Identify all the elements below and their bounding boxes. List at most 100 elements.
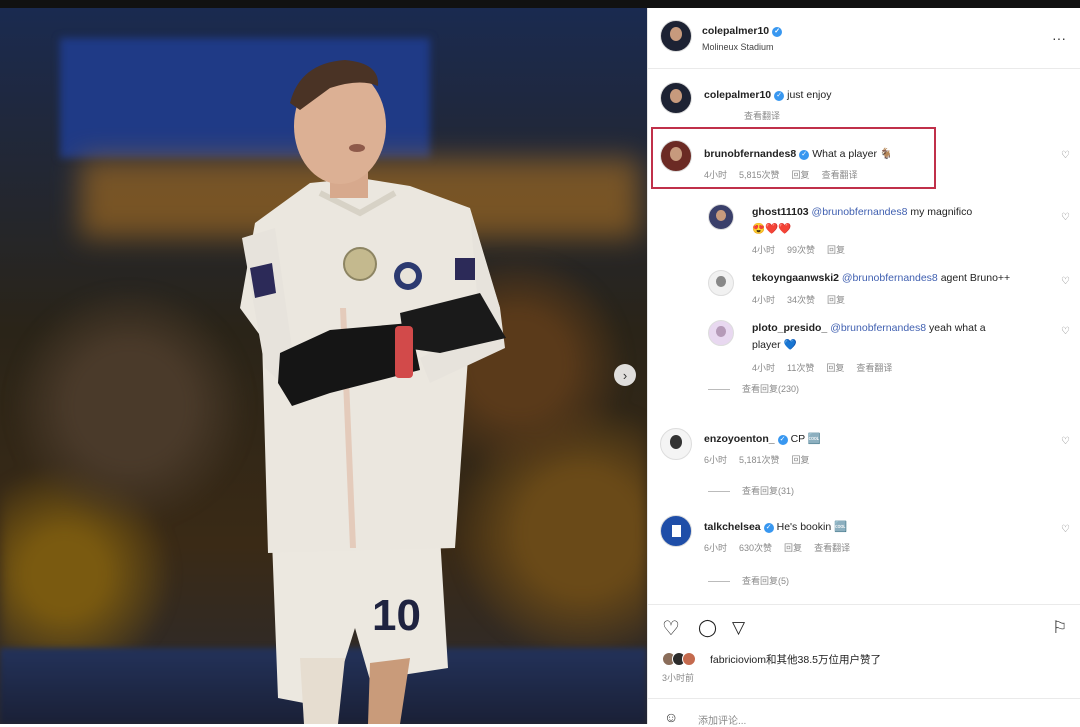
reply-username[interactable]: ploto_presido_ [752, 322, 827, 334]
share-icon[interactable]: ▽ [732, 618, 745, 638]
mention-link[interactable]: @brunobfernandes8 [812, 206, 908, 218]
reply-line-2: player 💙 [752, 338, 797, 351]
comment-meta: 4小时 5,815次赞 回复 查看翻译 [704, 168, 870, 181]
reply-button[interactable]: 回复 [827, 295, 845, 305]
reply-username[interactable]: ghost11103 [752, 206, 809, 218]
comment-line: enzoyoenton_ ✓ CP 🆒 [704, 432, 821, 445]
reply-button[interactable]: 回复 [792, 170, 810, 180]
view-replies-button[interactable]: 查看回复(5) [708, 574, 801, 587]
comment-line: brunobfernandes8 ✓ What a player 🐐 [704, 147, 893, 160]
likers-avatars[interactable] [662, 652, 696, 671]
divider-line [708, 581, 730, 583]
view-replies-button[interactable]: 查看回复(31) [708, 484, 806, 497]
more-options-icon[interactable]: ··· [1052, 30, 1066, 46]
comment-text: He's bookin [776, 521, 835, 533]
username-text: colepalmer10 [702, 25, 770, 37]
reply-username[interactable]: tekoyngaanwski2 [752, 272, 839, 284]
view-replies-label: 查看回复(230) [742, 384, 800, 394]
cool-emoji: 🆒 [834, 521, 848, 533]
reply-emoji: 😍❤️❤️ [752, 223, 792, 235]
reply-meta: 4小时 99次赞 回复 [752, 243, 857, 256]
like-comment-icon[interactable]: ♡ [1061, 326, 1070, 337]
shirt-number: 10 [372, 591, 421, 640]
like-comment-icon[interactable]: ♡ [1061, 150, 1070, 161]
top-strip [0, 0, 1080, 8]
author-avatar[interactable] [660, 20, 692, 52]
comment-likes[interactable]: 5,815次赞 [739, 170, 780, 180]
player-figure: 10 [240, 60, 506, 724]
reply-meta: 4小时 34次赞 回复 [752, 293, 857, 306]
add-comment-input[interactable]: 添加评论... [698, 712, 746, 727]
caption-translate[interactable]: 查看翻译 [744, 109, 780, 122]
divider-line [708, 491, 730, 493]
verified-icon: ✓ [772, 27, 783, 37]
reply-likes[interactable]: 11次赞 [787, 363, 814, 373]
reply-line: ghost11103 @brunobfernandes8 my magnific… [752, 206, 972, 218]
like-comment-icon[interactable]: ♡ [1061, 436, 1070, 447]
verified-icon: ✓ [763, 523, 774, 533]
post-age: 3小时前 [662, 673, 695, 683]
comment-likes[interactable]: 630次赞 [739, 543, 772, 553]
comment-avatar[interactable] [660, 515, 692, 547]
cool-emoji: 🆒 [807, 433, 821, 445]
reply-time: 4小时 [752, 245, 776, 255]
reply-button[interactable]: 回复 [827, 245, 845, 255]
chevron-right-icon: › [622, 367, 628, 383]
like-comment-icon[interactable]: ♡ [1061, 212, 1070, 223]
footer-divider [648, 698, 1080, 699]
like-comment-icon[interactable]: ♡ [1061, 276, 1070, 287]
mention-link[interactable]: @brunobfernandes8 [842, 272, 938, 284]
comment-time: 6小时 [704, 543, 728, 553]
goat-emoji: 🐐 [879, 148, 893, 160]
caption-avatar[interactable] [660, 82, 692, 114]
reply-button[interactable]: 回复 [784, 543, 802, 553]
reply-avatar[interactable] [708, 204, 734, 230]
translate-button[interactable]: 查看翻译 [856, 363, 892, 373]
comment-likes[interactable]: 5,181次赞 [739, 455, 780, 465]
author-username[interactable]: colepalmer10 ✓ [702, 25, 785, 37]
caption-username[interactable]: colepalmer10 [704, 89, 771, 101]
comment-time: 4小时 [704, 170, 728, 180]
view-replies-label: 查看回复(5) [742, 576, 789, 586]
view-replies-label: 查看回复(31) [742, 486, 795, 496]
comment-text: CP [790, 433, 808, 445]
like-comment-icon[interactable]: ♡ [1061, 524, 1070, 535]
view-replies-button[interactable]: 查看回复(230) [708, 382, 811, 395]
comment-icon[interactable]: ◯ [698, 618, 717, 638]
comment-username[interactable]: talkchelsea [704, 521, 761, 533]
reply-text: player [752, 339, 784, 351]
caption-line: colepalmer10 ✓ just enjoy [704, 89, 831, 101]
likes-count[interactable]: fabricioviom和其他38.5万位用户赞了 [710, 652, 881, 667]
comment-avatar[interactable] [660, 428, 692, 460]
post-photo[interactable]: 10 › [0, 8, 647, 724]
comment-username[interactable]: enzoyoenton_ [704, 433, 775, 445]
reply-time: 4小时 [752, 295, 776, 305]
actions-divider [648, 604, 1080, 605]
next-photo-button[interactable]: › [614, 364, 636, 386]
verified-icon: ✓ [777, 435, 788, 445]
comment-username[interactable]: brunobfernandes8 [704, 148, 796, 160]
divider-line [708, 389, 730, 391]
reply-button[interactable]: 回复 [792, 455, 810, 465]
reply-likes[interactable]: 34次赞 [787, 295, 815, 305]
reply-likes[interactable]: 99次赞 [787, 245, 815, 255]
verified-icon: ✓ [774, 91, 785, 101]
reply-button[interactable]: 回复 [826, 363, 844, 373]
header-divider [648, 68, 1080, 69]
reply-avatar[interactable] [708, 320, 734, 346]
post-location[interactable]: Molineux Stadium [702, 42, 774, 52]
emoji-icon[interactable]: ☺ [664, 709, 678, 725]
save-icon[interactable]: ⚐ [1052, 618, 1067, 638]
reply-meta: 4小时 11次赞 回复 查看翻译 [752, 361, 904, 374]
caption-text: just enjoy [787, 89, 832, 101]
like-icon[interactable]: ♡ [662, 616, 680, 641]
reply-time: 4小时 [752, 363, 776, 373]
translate-button[interactable]: 查看翻译 [814, 543, 850, 553]
translate-button[interactable]: 查看翻译 [822, 170, 858, 180]
mention-link[interactable]: @brunobfernandes8 [830, 322, 926, 334]
comment-avatar[interactable] [660, 140, 692, 172]
reply-text: agent Bruno++ [937, 272, 1011, 284]
reply-avatar[interactable] [708, 270, 734, 296]
comment-line: talkchelsea ✓ He's bookin 🆒 [704, 520, 847, 533]
blue-heart-emoji: 💙 [783, 339, 797, 351]
